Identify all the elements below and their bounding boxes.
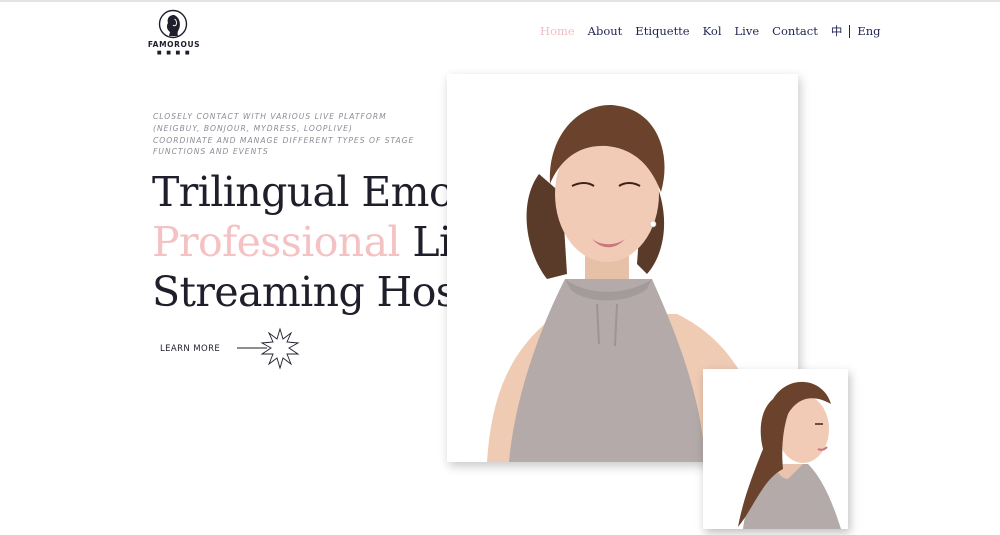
learn-more-button[interactable]: LEARN MORE: [160, 327, 310, 371]
lang-divider: [849, 24, 851, 38]
tagline-line: (NEIGBUY, BONJOUR, MYDRESS, LOOPLIVE): [153, 123, 353, 133]
brand-subtitle: ■ ■ ■ ■: [156, 50, 192, 56]
hero-tagline: CLOSELY CONTACT WITH VARIOUS LIVE PLATFO…: [153, 111, 443, 158]
lang-english-link[interactable]: Eng: [857, 24, 880, 38]
brand-logo[interactable]: FAMOROUS ■ ■ ■ ■: [146, 9, 202, 57]
nav-home-link[interactable]: Home: [540, 24, 575, 38]
headline-accent-word: Professional: [152, 218, 401, 266]
host-side-profile-photo: [703, 369, 848, 529]
tagline-line: COORDINATE AND MANAGE DIFFERENT TYPES OF…: [153, 135, 415, 145]
woman-silhouette-icon: [158, 9, 188, 39]
starburst-arrow-icon: [237, 327, 300, 370]
learn-more-label: LEARN MORE: [160, 344, 221, 354]
main-nav: Home About Etiquette Kol Live Contact 中 …: [540, 22, 880, 40]
nav-contact-link[interactable]: Contact: [772, 24, 818, 38]
nav-live-link[interactable]: Live: [735, 24, 760, 38]
side-profile-illustration: [738, 381, 841, 529]
nav-etiquette-link[interactable]: Etiquette: [635, 24, 689, 38]
lang-chinese-link[interactable]: 中: [831, 23, 843, 39]
tagline-line: CLOSELY CONTACT WITH VARIOUS LIVE PLATFO…: [153, 112, 387, 121]
top-border: [0, 0, 1000, 2]
brand-name: FAMOROUS: [147, 40, 201, 49]
tagline-line: FUNCTIONS AND EVENTS: [153, 147, 269, 157]
nav-about-link[interactable]: About: [588, 24, 623, 38]
nav-kol-link[interactable]: Kol: [703, 24, 722, 38]
